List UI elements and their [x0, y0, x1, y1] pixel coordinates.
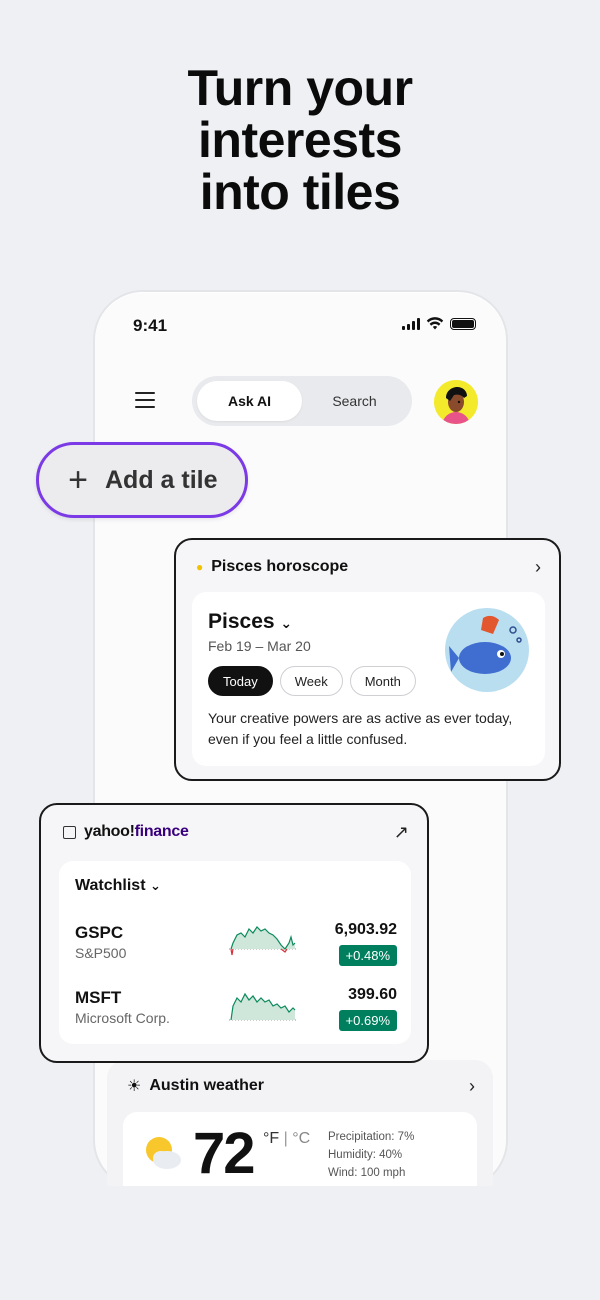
- horoscope-tile-header: ● Pisces horoscope ›: [176, 540, 559, 594]
- table-row[interactable]: GSPC S&P500 6,903.92 +0.48%: [75, 921, 397, 979]
- hamburger-menu-icon[interactable]: [135, 392, 155, 413]
- ticker-symbol: GSPC: [75, 923, 124, 942]
- pill-week[interactable]: Week: [279, 666, 343, 696]
- sun-icon: ☀: [127, 1078, 142, 1095]
- battery-icon: [450, 317, 476, 330]
- ticker-name: Microsoft Corp.: [75, 1010, 170, 1026]
- pisces-fish-illustration-icon: [445, 608, 529, 692]
- headline-line-1: Turn your: [187, 60, 413, 116]
- tab-ask-ai[interactable]: Ask AI: [197, 381, 302, 421]
- sign-name: Pisces: [208, 610, 275, 633]
- weather-tile-title: Austin weather: [149, 1077, 265, 1094]
- chevron-right-icon[interactable]: ›: [469, 1076, 475, 1097]
- weather-tile[interactable]: ☀ Austin weather › 72 °F | °C Precipitat…: [107, 1060, 493, 1212]
- watchlist-card: Watchlist ⌄ GSPC S&P500 6,903.92 +0.48% …: [59, 861, 411, 1044]
- finance-tile[interactable]: yahoo!finance ↗ Watchlist ⌄ GSPC S&P500 …: [39, 803, 429, 1063]
- sign-selector[interactable]: Pisces ⌄: [208, 610, 292, 634]
- ai-search-toggle: Ask AI Search: [192, 376, 412, 426]
- yahoo-finance-logo: yahoo!finance: [84, 823, 189, 840]
- headline-line-3: into tiles: [199, 164, 401, 220]
- unit-c[interactable]: °C: [292, 1130, 310, 1147]
- unit-toggle[interactable]: °F | °C: [263, 1130, 310, 1148]
- avatar-illustration-icon: [434, 380, 478, 424]
- status-icons: [402, 317, 476, 330]
- plus-icon: +: [68, 461, 88, 499]
- horoscope-content: Pisces ⌄ Feb 19 – Mar 20 Today Week Mont…: [192, 592, 545, 766]
- ticker-change-badge: +0.69%: [338, 1010, 397, 1031]
- chart-icon: [63, 825, 76, 839]
- horoscope-tile-title: Pisces horoscope: [211, 558, 349, 575]
- precipitation: Precipitation: 7%: [328, 1131, 415, 1143]
- ticker-symbol: MSFT: [75, 988, 122, 1007]
- lightbulb-icon: ●: [196, 560, 204, 574]
- sign-dates: Feb 19 – Mar 20: [208, 638, 311, 654]
- ticker-change-badge: +0.48%: [338, 945, 397, 966]
- tab-search[interactable]: Search: [302, 381, 407, 421]
- watchlist-label: Watchlist: [75, 877, 146, 894]
- sparkline-msft: [229, 992, 297, 1021]
- headline-line-2: interests: [198, 112, 402, 168]
- partly-cloudy-icon: [146, 1137, 181, 1169]
- horoscope-text: Your creative powers are as active as ev…: [208, 710, 513, 747]
- add-tile-label: Add a tile: [105, 465, 218, 494]
- ticker-price: 399.60: [348, 986, 397, 1003]
- finance-tile-header: yahoo!finance ↗: [41, 805, 427, 859]
- weather-tile-header: ☀ Austin weather ›: [107, 1060, 493, 1112]
- status-time: 9:41: [133, 316, 168, 335]
- horoscope-tile[interactable]: ● Pisces horoscope › Pisces ⌄ Feb 19 – M…: [174, 538, 561, 781]
- bottom-background: [0, 1186, 600, 1300]
- temperature-value: 72: [193, 1121, 255, 1186]
- unit-f[interactable]: °F: [263, 1130, 279, 1147]
- chevron-right-icon[interactable]: ›: [535, 557, 541, 578]
- humidity: Humidity: 40%: [328, 1149, 403, 1161]
- pill-today[interactable]: Today: [208, 666, 273, 696]
- table-row[interactable]: MSFT Microsoft Corp. 399.60 +0.69%: [75, 986, 397, 1044]
- sparkline-gspc: [229, 926, 297, 956]
- watchlist-selector[interactable]: Watchlist ⌄: [75, 877, 161, 895]
- wifi-icon: [426, 317, 444, 330]
- chevron-down-icon: ⌄: [149, 878, 161, 893]
- period-pills: Today Week Month: [208, 666, 416, 696]
- avatar[interactable]: [434, 380, 478, 424]
- weather-stats: Precipitation: 7% Humidity: 40% Wind: 10…: [328, 1128, 414, 1182]
- add-tile-button[interactable]: + Add a tile: [36, 442, 248, 518]
- chevron-down-icon: ⌄: [280, 615, 293, 631]
- headline: Turn your interests into tiles: [0, 62, 600, 218]
- ticker-price: 6,903.92: [334, 921, 397, 938]
- cellular-signal-icon: [402, 317, 420, 330]
- pill-month[interactable]: Month: [349, 666, 416, 696]
- wind: Wind: 100 mph: [328, 1167, 406, 1179]
- ticker-name: S&P500: [75, 945, 127, 961]
- external-link-icon[interactable]: ↗: [394, 822, 409, 843]
